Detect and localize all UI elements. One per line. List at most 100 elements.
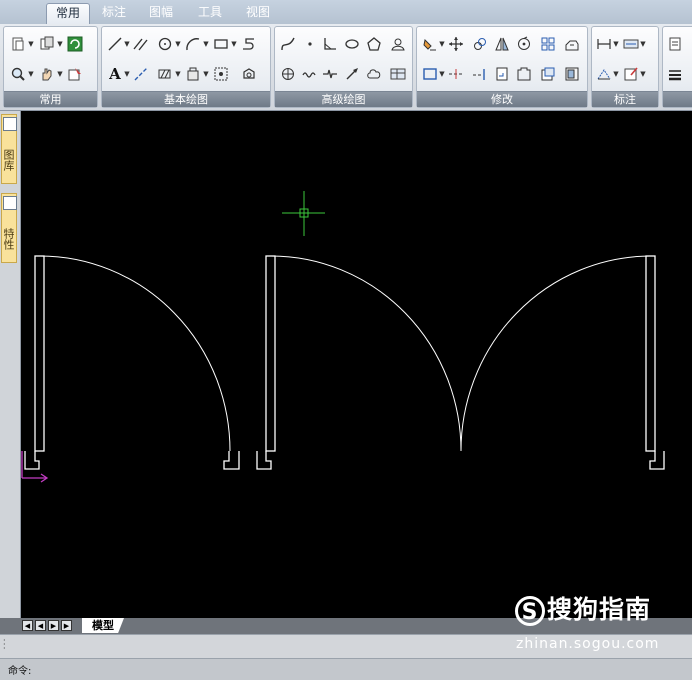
rectangle-button[interactable]: [212, 35, 230, 53]
ribbon-group-label: 常用: [4, 91, 97, 107]
tab-view[interactable]: 视图: [240, 3, 276, 23]
eraser-icon: [423, 38, 436, 51]
zoom-button[interactable]: [9, 65, 27, 83]
grip-handle-icon[interactable]: · · ·: [3, 637, 6, 653]
side-tab-properties[interactable]: 特性: [1, 193, 17, 263]
lineweight-button[interactable]: [666, 65, 684, 83]
scale-dropdown[interactable]: ▼: [439, 67, 445, 81]
door-symbol-1: [24, 255, 240, 470]
door-leaf-left: [265, 255, 276, 452]
annotation-edit-dropdown[interactable]: ▼: [640, 67, 646, 81]
tab-tools[interactable]: 工具: [192, 3, 228, 23]
new-file-button[interactable]: [9, 35, 27, 53]
block-insert-icon: [187, 67, 199, 81]
spline-button[interactable]: [279, 35, 297, 53]
array-button[interactable]: [539, 35, 557, 53]
point-grid-button[interactable]: [212, 65, 230, 83]
tab-common[interactable]: 常用: [46, 3, 90, 24]
properties-match-button[interactable]: [66, 65, 84, 83]
stretch-button[interactable]: [563, 35, 581, 53]
region-button[interactable]: [240, 65, 258, 83]
layer-icon: [669, 37, 681, 51]
tab-frame[interactable]: 图幅: [143, 3, 179, 23]
polyline-button[interactable]: [240, 35, 258, 53]
block-button[interactable]: [184, 65, 202, 83]
drawing-canvas[interactable]: [21, 111, 692, 618]
ribbon-group-label: 基本绘图: [102, 91, 270, 107]
move-button[interactable]: [447, 35, 465, 53]
erase-button[interactable]: [421, 35, 439, 53]
explode-icon: [565, 67, 579, 81]
circle-dropdown[interactable]: ▼: [175, 37, 181, 51]
scale-button[interactable]: [421, 65, 439, 83]
angle-line-button[interactable]: [321, 35, 339, 53]
tab-dimension[interactable]: 标注: [96, 3, 132, 23]
move-icon: [449, 37, 463, 51]
rectangle-dropdown[interactable]: ▼: [231, 37, 237, 51]
copy-button[interactable]: [38, 35, 56, 53]
chamfer-button[interactable]: [515, 65, 533, 83]
parallel-lines-icon: [133, 38, 148, 51]
arc-button[interactable]: [184, 35, 202, 53]
dimension-style-button[interactable]: [622, 35, 640, 53]
polygon-button[interactable]: [365, 35, 383, 53]
first-layout-button[interactable]: ◀: [22, 620, 33, 631]
trim-button[interactable]: [447, 65, 465, 83]
previous-layout-button[interactable]: ◀: [35, 620, 46, 631]
globe-icon: [282, 68, 294, 80]
ellipse-button[interactable]: [343, 35, 361, 53]
coordinate-dimension-dropdown[interactable]: ▼: [613, 67, 619, 81]
scale-icon: [423, 68, 437, 80]
revcloud-button[interactable]: [365, 65, 383, 83]
erase-dropdown[interactable]: ▼: [439, 37, 445, 51]
point-button[interactable]: [301, 35, 319, 53]
copy-dropdown[interactable]: ▼: [57, 37, 63, 51]
fillet-button[interactable]: [539, 65, 557, 83]
next-layout-button[interactable]: ▶: [48, 620, 59, 631]
tab-model[interactable]: 模型: [82, 618, 124, 633]
copy-object-button[interactable]: [471, 35, 489, 53]
break-button[interactable]: [493, 65, 511, 83]
pan-dropdown[interactable]: ▼: [57, 67, 63, 81]
arrow-button[interactable]: [343, 65, 361, 83]
line-dropdown[interactable]: ▼: [124, 37, 130, 51]
linear-dimension-button[interactable]: [595, 35, 613, 53]
ribbon-group-dimension: ▼ ▼ ▼ ▼ 标注: [591, 26, 659, 108]
arc-dropdown[interactable]: ▼: [203, 37, 209, 51]
side-tab-library-label: 图库: [2, 149, 15, 171]
extend-button[interactable]: [471, 65, 489, 83]
rotate-icon: [518, 36, 530, 50]
parallel-line-button[interactable]: [132, 35, 150, 53]
pan-button[interactable]: [38, 65, 56, 83]
spline-icon: [281, 37, 295, 51]
command-line[interactable]: 命令:: [0, 658, 692, 680]
block-dropdown[interactable]: ▼: [203, 67, 209, 81]
revcloud-icon: [367, 69, 381, 79]
layer-button[interactable]: [666, 35, 684, 53]
last-layout-button[interactable]: ▶: [61, 620, 72, 631]
hatch-dropdown[interactable]: ▼: [175, 67, 181, 81]
zoom-dropdown[interactable]: ▼: [28, 67, 34, 81]
refresh-button[interactable]: [66, 35, 84, 53]
line-button[interactable]: [106, 35, 124, 53]
wave-line-button[interactable]: [279, 65, 297, 83]
text-button[interactable]: A: [106, 65, 124, 83]
sogou-s-icon: S: [515, 596, 545, 626]
hatch-button[interactable]: [156, 65, 174, 83]
side-tab-library[interactable]: 图库: [1, 114, 17, 184]
explode-button[interactable]: [563, 65, 581, 83]
dimension-style-dropdown[interactable]: ▼: [640, 37, 646, 51]
rotate-button[interactable]: [515, 35, 533, 53]
user-symbol-button[interactable]: [389, 35, 407, 53]
circle-button[interactable]: [156, 35, 174, 53]
break-line-button[interactable]: [321, 65, 339, 83]
centerline-button[interactable]: [132, 65, 150, 83]
new-file-dropdown[interactable]: ▼: [28, 37, 34, 51]
annotation-edit-button[interactable]: [622, 65, 640, 83]
coordinate-dimension-button[interactable]: [595, 65, 613, 83]
linear-dimension-dropdown[interactable]: ▼: [613, 37, 619, 51]
cloud-line-button[interactable]: [301, 65, 319, 83]
table-insert-button[interactable]: [389, 65, 407, 83]
mirror-button[interactable]: [493, 35, 511, 53]
text-dropdown[interactable]: ▼: [124, 67, 130, 81]
